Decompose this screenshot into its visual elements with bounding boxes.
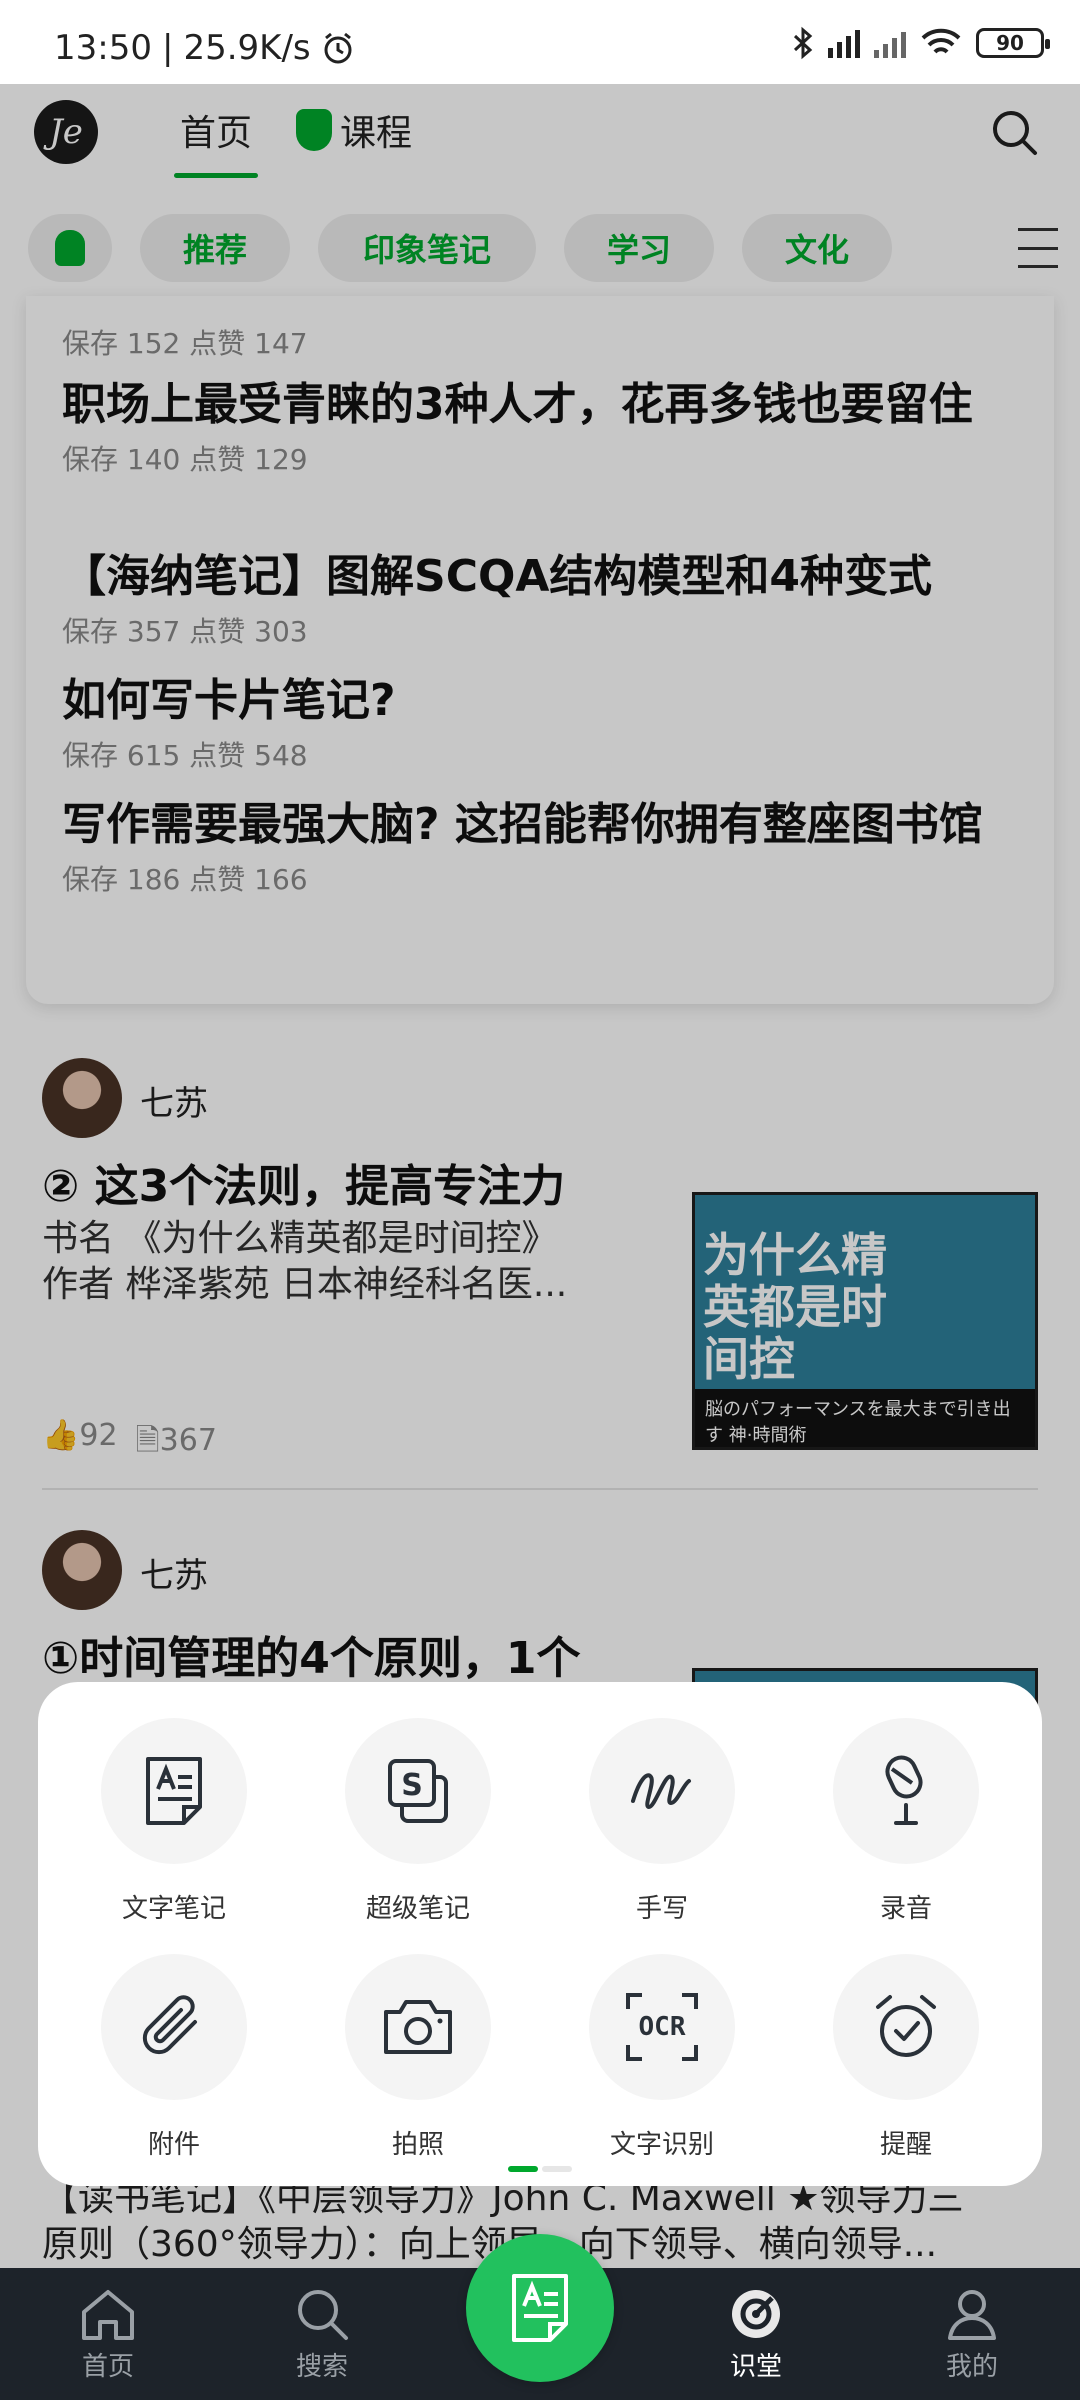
action-camera[interactable]: 拍照: [318, 1954, 518, 2161]
action-label: 文字笔记: [121, 1894, 226, 1924]
nav-mine-label: 我的: [945, 2352, 998, 2382]
nav-classroom-label: 识堂: [729, 2352, 782, 2382]
svg-text:S: S: [401, 1768, 423, 1803]
action-text-note[interactable]: 文字笔记: [74, 1718, 274, 1925]
battery-indicator: 90: [976, 28, 1050, 58]
action-label: 提醒: [879, 2130, 932, 2160]
nav-home-label: 首页: [81, 2352, 134, 2382]
search-icon: [298, 2290, 348, 2340]
action-label: 超级笔记: [365, 1894, 470, 1924]
signal-icon: [874, 28, 906, 58]
ocr-icon: [626, 1993, 698, 2061]
action-label: 文字识别: [609, 2130, 714, 2160]
super-note-icon: S: [388, 1759, 448, 1823]
action-record[interactable]: 录音: [806, 1718, 1006, 1925]
create-note-sheet: 文字笔记 S 超级笔记 手写 录音 附件 拍照 OCR 文字识别 提醒: [38, 1682, 1042, 2186]
action-label: 附件: [147, 2130, 200, 2160]
status-bar: 13:50 | 25.9K/s 90: [0, 0, 1080, 84]
microphone-icon: [885, 1755, 923, 1825]
handwriting-icon: [631, 1773, 691, 1809]
nav-search-label: 搜索: [295, 2352, 348, 2382]
action-super-note[interactable]: S 超级笔记: [318, 1718, 518, 1925]
action-ocr[interactable]: OCR 文字识别: [562, 1954, 762, 2161]
nav-home[interactable]: 首页: [48, 2286, 168, 2383]
page-indicator: [508, 2166, 572, 2172]
paperclip-icon: [142, 1995, 197, 2055]
action-reminder[interactable]: 提醒: [806, 1954, 1006, 2161]
text-note-icon: [146, 1757, 202, 1825]
status-left: 13:50 | 25.9K/s: [54, 28, 355, 68]
alarm-clock-icon: [324, 32, 352, 64]
new-note-fab[interactable]: [466, 2234, 614, 2382]
bluetooth-icon: [793, 26, 813, 60]
home-icon: [82, 2290, 134, 2340]
camera-icon: [384, 2000, 452, 2054]
alarm-icon: [876, 1995, 936, 2057]
profile-icon: [948, 2290, 996, 2340]
classroom-icon: [732, 2290, 780, 2338]
nav-classroom[interactable]: 识堂: [696, 2286, 816, 2383]
action-label: 录音: [879, 1894, 932, 1924]
action-label: 拍照: [391, 2130, 444, 2160]
network-speed: 25.9K/s: [183, 28, 311, 68]
nav-search[interactable]: 搜索: [262, 2286, 382, 2383]
nav-mine[interactable]: 我的: [912, 2286, 1032, 2383]
action-handwriting[interactable]: 手写: [562, 1718, 762, 1925]
signal-hd-icon: [828, 28, 860, 58]
note-icon: [512, 2274, 568, 2342]
action-label: 手写: [635, 1894, 688, 1924]
wifi-icon: [921, 28, 961, 54]
status-right: 90: [792, 26, 1050, 60]
status-time: 13:50: [54, 28, 152, 68]
action-attachment[interactable]: 附件: [74, 1954, 274, 2161]
